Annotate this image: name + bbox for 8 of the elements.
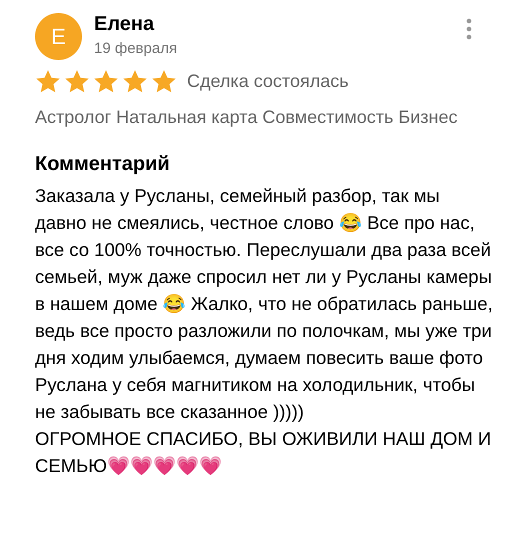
listing-title: Астролог Натальная карта Совместимость Бизнес xyxy=(35,106,458,129)
review-date: 19 февраля xyxy=(94,40,178,57)
deal-status: Сделка состоялась xyxy=(187,71,349,92)
avatar: E xyxy=(35,13,82,60)
comment-text: Заказала у Русланы, семейный разбор, так мы давно не смеялись, честное слово 😂 Все про нас, все со 100% точностью. Переслушали два раза всей семьей, муж даже спросил нет ли у Русланы камеры в нашем доме 😂 Жалко, что не обратилась раньше, ведь все просто разложили по полочкам, мы уже три дня ходим улыбаемся, думаем повесить ваше фото Руслана у себя магнитиком на холодильник, чтобы не забывать все сказанное ))))) ОГРОМНОЕ СПАСИБО, ВЫ ОЖИВИЛИ НАШ ДОМ И СЕМЬЮ💗💗💗💗💗 xyxy=(35,184,494,478)
comment-heading: Комментарий xyxy=(35,153,171,176)
more-icon[interactable] xyxy=(466,18,472,40)
author-name: Елена xyxy=(94,12,156,36)
